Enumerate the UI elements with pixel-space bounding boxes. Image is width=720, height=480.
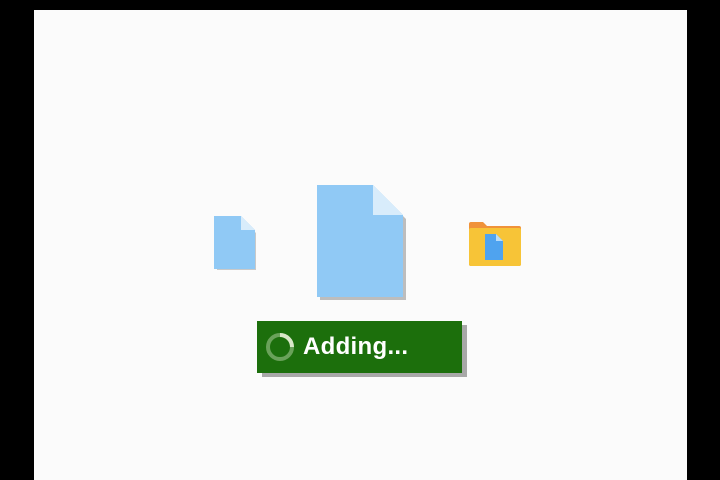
large-document-icon — [317, 185, 406, 300]
small-document-icon — [214, 216, 256, 270]
canvas: Adding... — [34, 10, 687, 480]
toast-label: Adding... — [303, 333, 409, 360]
loading-spinner-icon — [266, 333, 294, 361]
folder-with-document-icon — [469, 222, 521, 266]
adding-status-toast: Adding... — [257, 321, 462, 373]
